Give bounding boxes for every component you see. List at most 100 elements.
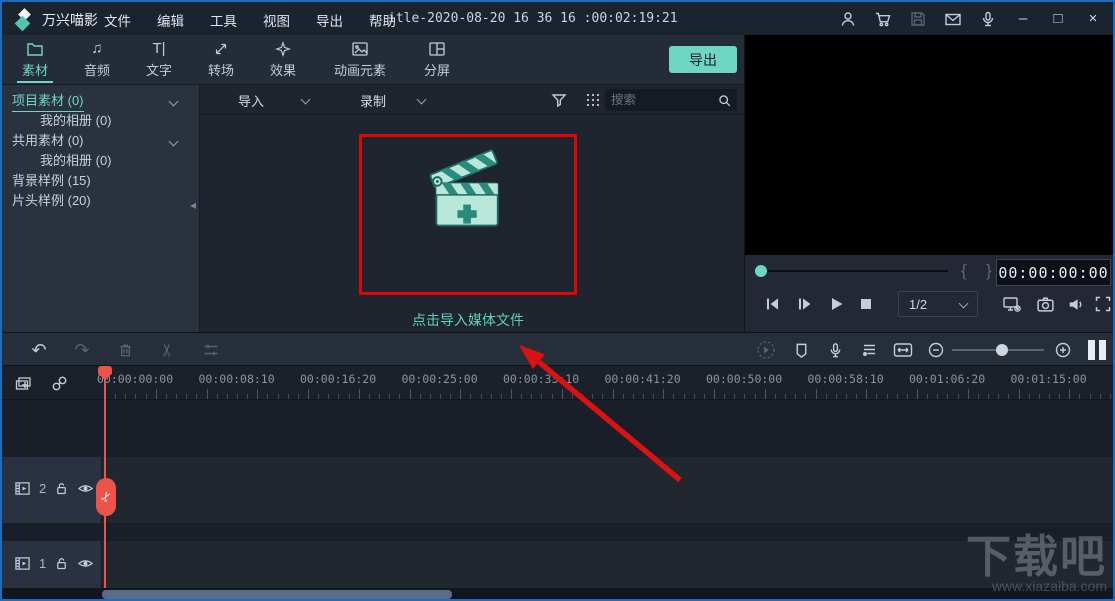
chevron-down-icon[interactable]: [168, 136, 179, 147]
menu-export[interactable]: 导出: [316, 10, 343, 30]
timeline-ruler[interactable]: 00:00:00:00 00:00:08:10 00:00:16:20 00:00:2…: [2, 366, 1113, 400]
close-button[interactable]: ×: [1081, 7, 1105, 31]
export-button[interactable]: 导出: [669, 46, 737, 73]
menu-file[interactable]: 文件: [104, 10, 131, 30]
undo-icon[interactable]: ↶: [28, 339, 50, 361]
tab-text[interactable]: T| 文字: [128, 35, 190, 85]
next-frame-button[interactable]: [793, 293, 815, 315]
music-note-icon: ♫: [91, 40, 103, 57]
eye-icon[interactable]: [77, 481, 94, 496]
tree-item-intro-samples[interactable]: 片头样例 (20): [2, 191, 199, 211]
tree-item-background-samples[interactable]: 背景样例 (15): [2, 171, 199, 191]
ruler-tick: [186, 394, 188, 399]
render-preview-icon[interactable]: [755, 339, 777, 361]
horizontal-scrollbar[interactable]: [102, 590, 452, 599]
tab-label: 效果: [269, 63, 296, 78]
import-media-label[interactable]: 点击导入媒体文件: [359, 310, 577, 330]
fit-timeline-icon[interactable]: [892, 339, 914, 361]
delete-icon[interactable]: [114, 339, 136, 361]
tab-label: 文字: [145, 63, 172, 78]
mark-out-icon[interactable]: }: [986, 261, 992, 281]
ruler-tick: [582, 394, 584, 399]
audio-mixer-icon[interactable]: [858, 339, 880, 361]
record-dropdown[interactable]: 录制: [360, 91, 386, 110]
import-dropdown[interactable]: 导入: [238, 91, 264, 110]
redo-icon[interactable]: ↷: [71, 339, 93, 361]
menu-edit[interactable]: 编辑: [157, 10, 184, 30]
sidebar-collapse-handle[interactable]: ◂: [190, 198, 196, 212]
stop-button[interactable]: [855, 293, 877, 315]
mark-in-icon[interactable]: {: [961, 261, 967, 281]
tab-elements[interactable]: 动画元素: [314, 35, 406, 85]
tab-media[interactable]: 素材: [4, 35, 66, 85]
maximize-button[interactable]: □: [1046, 7, 1070, 31]
previous-frame-button[interactable]: [761, 293, 783, 315]
grid-view-icon[interactable]: [584, 91, 602, 109]
ruler-tick: [460, 389, 462, 399]
tab-effects[interactable]: 效果: [252, 35, 314, 85]
search-input[interactable]: [605, 93, 717, 107]
chevron-down-icon[interactable]: [300, 94, 311, 105]
timeline-zoom-slider[interactable]: [952, 344, 1044, 356]
ruler-tick: [115, 394, 117, 399]
voiceover-mic-icon[interactable]: [824, 339, 846, 361]
playhead-line[interactable]: [104, 366, 106, 588]
split-scissors-icon[interactable]: ✂: [157, 339, 179, 361]
save-icon[interactable]: [906, 7, 930, 31]
lock-icon[interactable]: [54, 556, 69, 571]
tree-item-my-album[interactable]: 我的相册 (0): [2, 111, 199, 131]
display-settings-icon[interactable]: [1001, 293, 1023, 315]
tree-item-project-media[interactable]: 项目素材 (0): [2, 91, 199, 112]
eye-icon[interactable]: [77, 556, 94, 571]
tab-label: 动画元素: [333, 63, 386, 78]
track-lane-2[interactable]: [2, 457, 1113, 523]
tree-item-my-album-2[interactable]: 我的相册 (0): [2, 151, 199, 171]
snapshot-camera-icon[interactable]: [1034, 293, 1056, 315]
menu-view[interactable]: 视图: [263, 10, 290, 30]
tab-audio[interactable]: ♫ 音频: [66, 35, 128, 85]
seek-bar[interactable]: [767, 270, 948, 272]
menu-bar: 文件 编辑 工具 视图 导出 帮助: [104, 10, 396, 30]
play-button[interactable]: [825, 293, 847, 315]
ruler-tick: [500, 394, 502, 399]
track-panel-toggle-icon[interactable]: [1088, 340, 1108, 360]
playhead-scissors-button[interactable]: ✂: [96, 478, 116, 516]
mail-icon[interactable]: [941, 7, 965, 31]
filter-icon[interactable]: [550, 91, 568, 109]
tree-item-shared-media[interactable]: 共用素材 (0): [2, 131, 199, 151]
ruler-tick: [1038, 394, 1040, 399]
ruler-tick: [135, 394, 137, 399]
preview-quality-dropdown[interactable]: 1/2: [898, 291, 978, 317]
track-lane-1[interactable]: [2, 541, 1113, 588]
ruler-tick: [165, 394, 167, 399]
import-media-drop-area[interactable]: 点击导入媒体文件: [359, 134, 577, 328]
lock-icon[interactable]: [54, 481, 69, 496]
ruler-tick: [470, 394, 472, 399]
seek-handle[interactable]: [755, 265, 767, 277]
marker-icon[interactable]: [790, 339, 812, 361]
fullscreen-icon[interactable]: [1092, 293, 1113, 315]
tab-splitscreen[interactable]: 分屏: [406, 35, 468, 85]
minimize-button[interactable]: –: [1011, 7, 1035, 31]
ruler-tick: [1069, 389, 1071, 399]
zoom-out-icon[interactable]: [925, 339, 947, 361]
ruler-tick: [308, 389, 309, 399]
tab-transition[interactable]: 转场: [190, 35, 252, 85]
chevron-down-icon[interactable]: [168, 96, 179, 107]
scissors-icon: ✂: [96, 488, 115, 506]
account-icon[interactable]: [836, 7, 860, 31]
voice-record-icon[interactable]: [976, 7, 1000, 31]
ruler-tick: [571, 394, 573, 399]
adjust-sliders-icon[interactable]: [200, 339, 222, 361]
add-track-icon[interactable]: [12, 372, 34, 394]
ruler-tick: [1089, 394, 1091, 399]
chevron-down-icon[interactable]: [416, 94, 427, 105]
video-preview[interactable]: [745, 35, 1113, 255]
zoom-slider-handle[interactable]: [996, 344, 1008, 356]
volume-icon[interactable]: [1064, 293, 1086, 315]
zoom-in-icon[interactable]: [1052, 339, 1074, 361]
cart-icon[interactable]: [871, 7, 895, 31]
menu-tools[interactable]: 工具: [210, 10, 237, 30]
link-icon[interactable]: [48, 372, 70, 394]
search-icon[interactable]: [717, 93, 732, 108]
